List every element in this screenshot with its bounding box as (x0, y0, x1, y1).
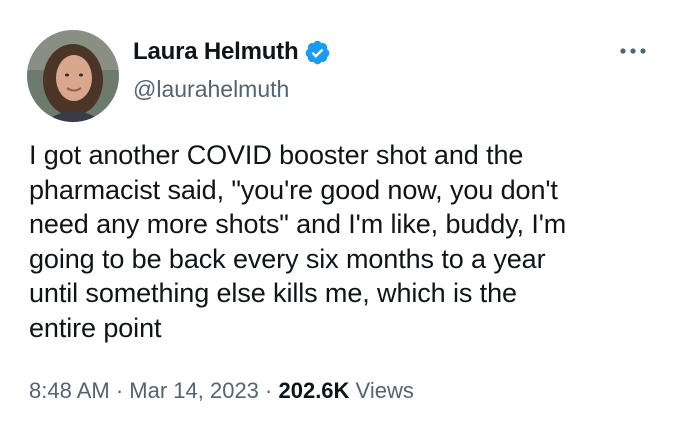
meta-separator: · (258, 378, 279, 403)
tweet-text: I got another COVID booster shot and the… (29, 140, 567, 343)
tweet-card: Laura Helmuth @laurahelmuth I got anothe… (0, 0, 680, 426)
tweet-date[interactable]: Mar 14, 2023 (129, 378, 259, 403)
tweet-time[interactable]: 8:48 AM (29, 378, 110, 403)
avatar[interactable] (27, 30, 119, 122)
views-count: 202.6K (278, 378, 350, 403)
author-handle[interactable]: @laurahelmuth (133, 76, 289, 103)
author-name-row: Laura Helmuth (133, 38, 331, 66)
views-label: Views (349, 378, 414, 403)
verified-badge-icon (304, 39, 331, 66)
tweet-metadata: 8:48 AM · Mar 14, 2023 · 202.6K Views (29, 378, 414, 404)
meta-separator: · (109, 378, 130, 403)
more-options-icon[interactable] (616, 44, 650, 58)
author-display-name[interactable]: Laura Helmuth (133, 38, 299, 66)
